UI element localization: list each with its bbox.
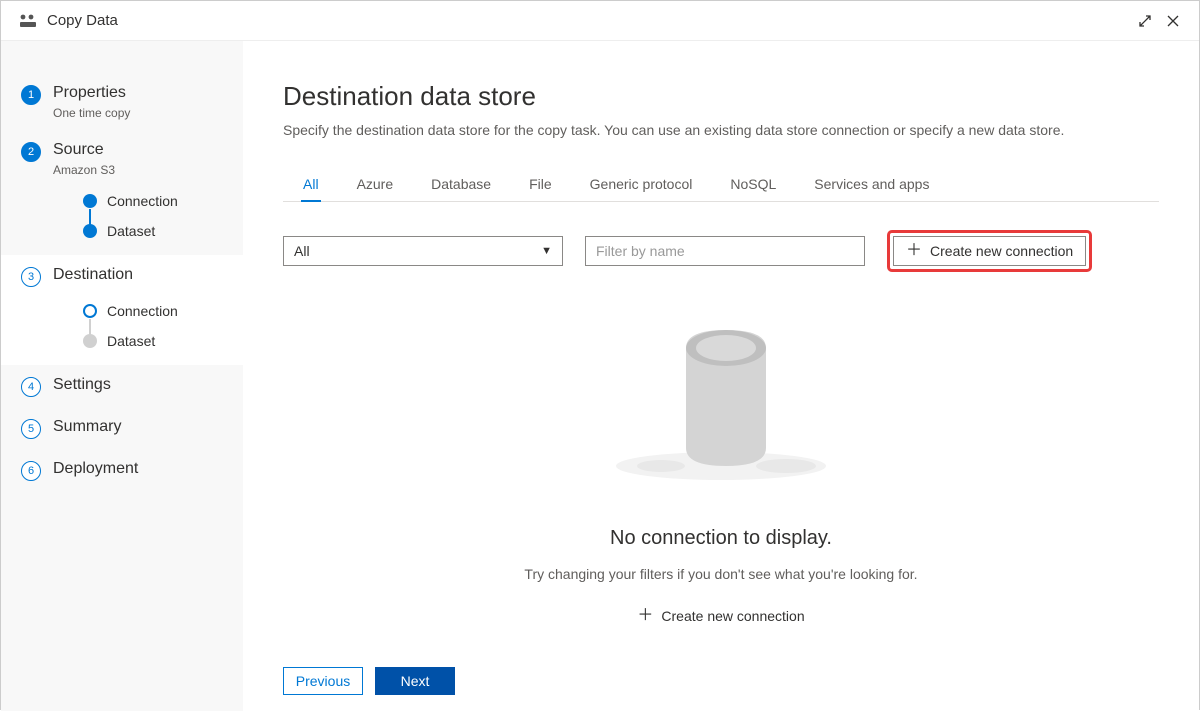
substep-label: Dataset: [107, 223, 155, 239]
next-button[interactable]: Next: [375, 667, 455, 695]
tab-azure[interactable]: Azure: [355, 168, 396, 202]
tab-generic-protocol[interactable]: Generic protocol: [588, 168, 695, 202]
dot-icon: [83, 304, 97, 318]
main-panel: Destination data store Specify the desti…: [243, 41, 1199, 711]
create-connection-label: Create new connection: [930, 243, 1073, 259]
tab-all[interactable]: All: [301, 168, 321, 202]
window-title: Copy Data: [47, 12, 118, 29]
empty-subtitle: Try changing your filters if you don't s…: [524, 566, 917, 582]
step-label: Summary: [53, 417, 121, 438]
substep-destination-dataset[interactable]: Dataset: [21, 327, 243, 355]
dot-icon: [83, 334, 97, 348]
tab-nosql[interactable]: NoSQL: [728, 168, 778, 202]
plus-icon: ＋: [906, 243, 922, 259]
empty-state: No connection to display. Try changing y…: [283, 286, 1159, 655]
step-sublabel: Amazon S3: [53, 163, 115, 177]
step-source[interactable]: 2 Source Amazon S3 Connection Dataset: [1, 130, 243, 255]
step-number: 5: [21, 419, 41, 439]
category-tabs: All Azure Database File Generic protocol…: [283, 168, 1159, 202]
page-description: Specify the destination data store for t…: [283, 122, 1159, 138]
step-number: 6: [21, 461, 41, 481]
close-icon[interactable]: [1159, 7, 1187, 35]
tab-file[interactable]: File: [527, 168, 554, 202]
previous-button[interactable]: Previous: [283, 667, 363, 695]
step-number: 3: [21, 267, 41, 287]
step-sublabel: One time copy: [53, 106, 130, 120]
step-settings[interactable]: 4 Settings: [1, 365, 243, 407]
tab-services-apps[interactable]: Services and apps: [812, 168, 931, 202]
empty-title: No connection to display.: [610, 527, 832, 550]
step-number: 1: [21, 85, 41, 105]
step-label: Source: [53, 140, 115, 161]
highlight-annotation: ＋ Create new connection: [887, 230, 1092, 272]
step-label: Settings: [53, 375, 111, 396]
dot-icon: [83, 224, 97, 238]
expand-icon[interactable]: [1131, 7, 1159, 35]
step-label: Properties: [53, 83, 130, 104]
tab-database[interactable]: Database: [429, 168, 493, 202]
empty-create-label: Create new connection: [661, 608, 804, 624]
substep-label: Connection: [107, 303, 178, 319]
substep-destination-connection[interactable]: Connection: [21, 297, 243, 325]
dot-icon: [83, 194, 97, 208]
page-title: Destination data store: [283, 81, 1159, 112]
substep-source-connection[interactable]: Connection: [21, 187, 243, 215]
step-number: 2: [21, 142, 41, 162]
step-label: Deployment: [53, 459, 138, 480]
step-summary[interactable]: 5 Summary: [1, 407, 243, 449]
filter-select-value: All: [294, 243, 310, 259]
create-connection-button[interactable]: ＋ Create new connection: [893, 236, 1086, 266]
step-label: Destination: [53, 265, 133, 286]
filter-by-name-input[interactable]: [585, 236, 865, 266]
step-destination[interactable]: 3 Destination Connection Dataset: [1, 255, 243, 365]
empty-illustration-icon: [606, 318, 836, 491]
chevron-down-icon: ▼: [541, 245, 552, 257]
step-properties[interactable]: 1 Properties One time copy: [1, 73, 243, 130]
copy-data-icon: [19, 14, 37, 28]
substep-label: Connection: [107, 193, 178, 209]
substep-label: Dataset: [107, 333, 155, 349]
wizard-footer: Previous Next: [283, 655, 1159, 695]
substep-source-dataset[interactable]: Dataset: [21, 217, 243, 245]
filter-row: All ▼ ＋ Create new connection: [283, 230, 1159, 272]
step-deployment[interactable]: 6 Deployment: [1, 449, 243, 491]
filter-select[interactable]: All ▼: [283, 236, 563, 266]
titlebar: Copy Data: [1, 1, 1199, 41]
wizard-sidebar: 1 Properties One time copy 2 Source Amaz…: [1, 41, 243, 711]
step-number: 4: [21, 377, 41, 397]
plus-icon: ＋: [637, 608, 653, 624]
empty-create-connection-link[interactable]: ＋ Create new connection: [637, 608, 804, 624]
